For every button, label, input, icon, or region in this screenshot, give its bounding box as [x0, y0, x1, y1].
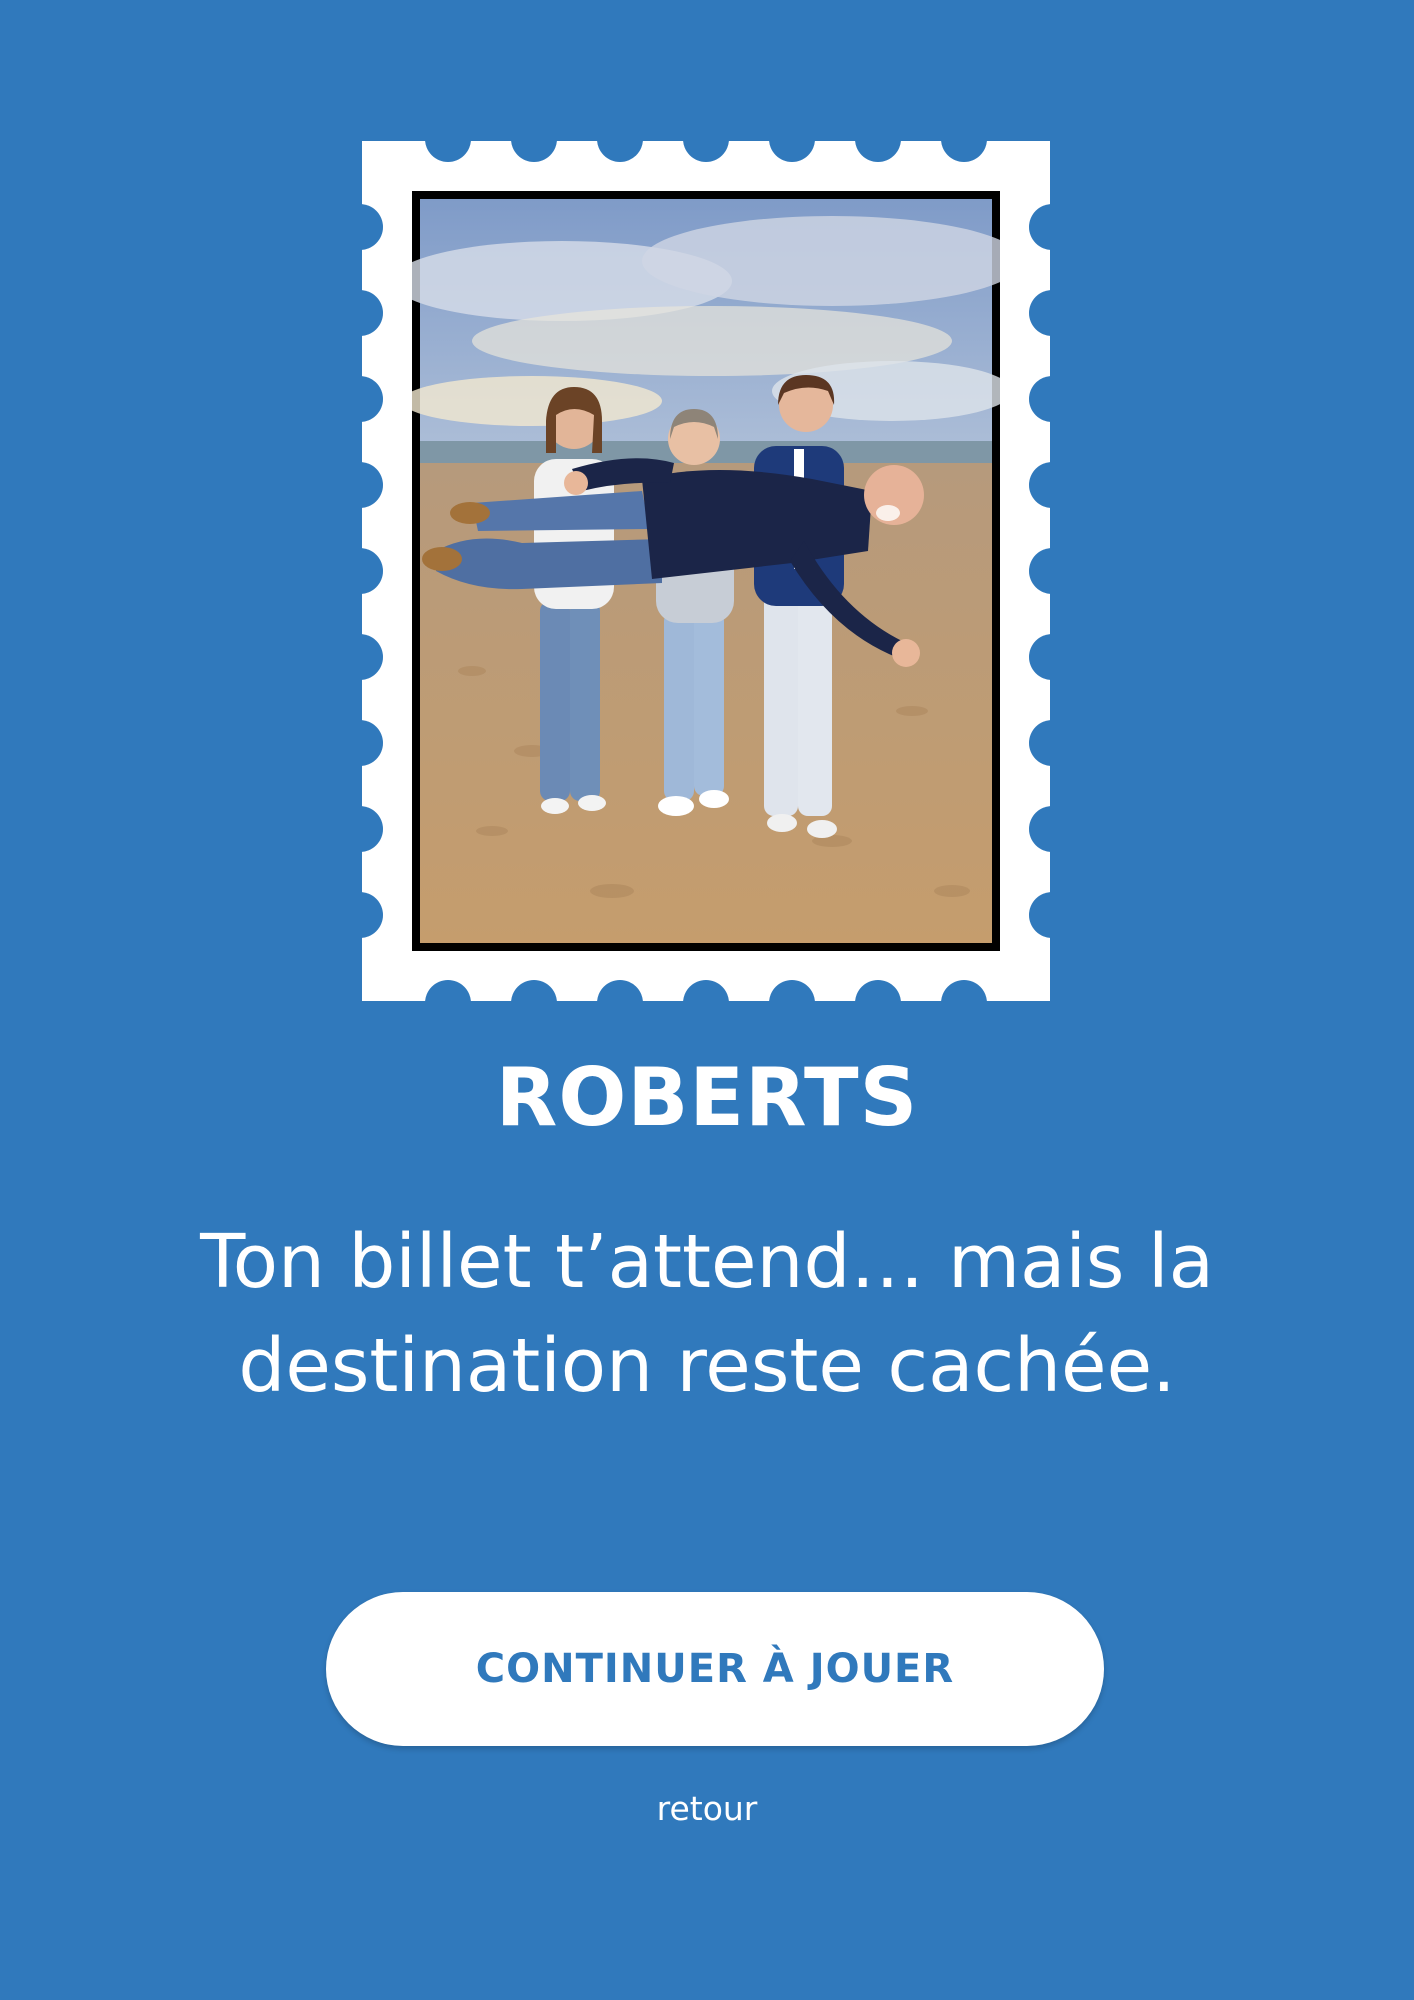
continue-playing-label: CONTINUER À JOUER: [475, 1646, 955, 1692]
continue-playing-button[interactable]: CONTINUER À JOUER: [326, 1592, 1104, 1746]
back-link[interactable]: retour: [0, 1786, 1414, 1832]
beach-group-photo: [412, 191, 1000, 951]
ticket-message: Ton billet t’attend… mais la destination…: [200, 1219, 1214, 1409]
player-name-title: ROBERTS: [495, 1051, 919, 1144]
postage-stamp-frame: [362, 141, 1050, 1001]
